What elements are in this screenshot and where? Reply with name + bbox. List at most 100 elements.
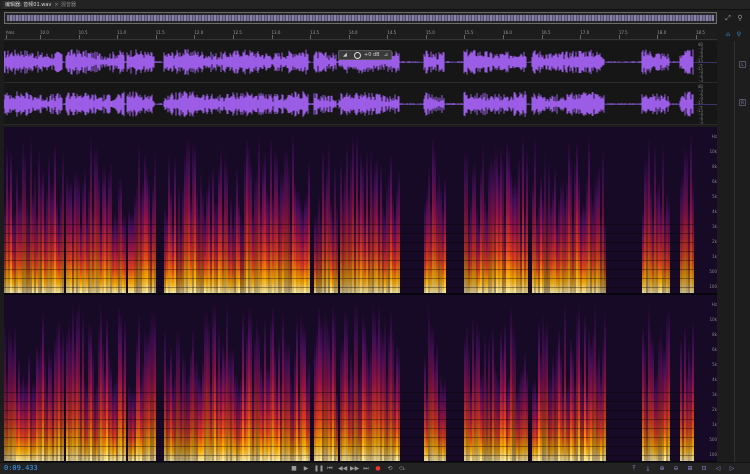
zoom-out-amplitude-icon[interactable]: ⤓ (644, 465, 652, 473)
zoom-in-right-icon[interactable]: ▷ (728, 465, 736, 473)
zoom-out-time-icon[interactable]: ⊖ (672, 465, 680, 473)
spectral-column (572, 216, 574, 293)
spectral-column (38, 350, 40, 461)
spectral-column (130, 388, 132, 461)
spectral-column (478, 220, 480, 293)
spectral-column (104, 368, 106, 461)
waveform-channel-right[interactable] (4, 83, 717, 125)
spectral-column (546, 321, 548, 461)
spectral-column (464, 335, 466, 461)
rewind-icon[interactable]: ◀◀ (338, 465, 347, 473)
channel-left-toggle[interactable]: L (739, 61, 746, 68)
spectral-column (392, 329, 394, 461)
zoom-in-amplitude-icon[interactable]: ⤒ (630, 465, 638, 473)
spectral-column (666, 312, 668, 461)
spectral-column (502, 158, 504, 293)
spectral-column (502, 347, 504, 461)
tab-mixer[interactable]: 混音器 (58, 1, 79, 9)
spectral-column (138, 313, 140, 461)
spectral-column (252, 385, 254, 461)
spectral-column (368, 211, 370, 293)
spectral-column (604, 219, 606, 293)
spectral-column (152, 309, 154, 461)
spectral-column (224, 352, 226, 461)
play-icon[interactable]: ▶ (302, 465, 310, 473)
spectral-column (524, 211, 526, 293)
spectral-column (532, 179, 534, 293)
time-ruler[interactable]: hms 10.0 10.5 11.0 11.5 12.0 12.5 13.0 13.5 14.0 1… (4, 30, 717, 40)
spectral-column (218, 328, 220, 461)
spectral-column (596, 175, 598, 293)
spectral-column (490, 386, 492, 461)
spectral-column (558, 327, 560, 461)
spectral-column (582, 379, 584, 461)
spectral-column (88, 320, 90, 461)
spectral-column (332, 216, 334, 293)
spectral-column (440, 183, 442, 293)
spectral-column (644, 338, 646, 461)
spectral-column (486, 374, 488, 461)
skip-selection-icon[interactable]: ⤼ (398, 465, 406, 473)
scale-label: 10k (709, 317, 717, 322)
pin-icon[interactable]: ⊿ (384, 51, 388, 59)
spectral-channel-left[interactable] (4, 127, 717, 293)
scale-label: 10k (709, 149, 717, 154)
spectral-column (576, 312, 578, 461)
spectral-column (472, 315, 474, 461)
spectral-column (290, 373, 292, 461)
waveform-channel-left[interactable] (4, 41, 717, 83)
home-icon[interactable]: ⌂ (724, 31, 732, 39)
spectral-column (256, 169, 258, 293)
spectral-column (552, 354, 554, 461)
spectral-frequency-display[interactable]: Hz 10k 8k 6k 5k 4k 3k 2k 1k 500 100 Hz 10k 8k 6k 5k 4k 3… (4, 127, 717, 462)
spectral-column (542, 311, 544, 461)
spectral-column (504, 321, 506, 461)
spectral-column (52, 182, 54, 293)
zoom-out-full-icon[interactable]: ⊞ (686, 465, 694, 473)
zoom-in-left-icon[interactable]: ◁ (714, 465, 722, 473)
spectral-column (296, 317, 298, 461)
scale-label: 6k (712, 179, 717, 184)
spectral-column (526, 370, 528, 461)
spectral-column (44, 351, 46, 461)
spectral-column (374, 311, 376, 461)
spectral-column (668, 308, 670, 461)
ruler-tick-label: 16.0 (503, 30, 512, 39)
record-icon[interactable]: ● (374, 465, 382, 473)
volume-hud[interactable]: ◢ +0 dB ⊿ (338, 50, 392, 60)
spectral-column (380, 162, 382, 293)
pause-icon[interactable]: ❚❚ (314, 465, 324, 473)
spectral-column (68, 180, 70, 293)
pin-icon[interactable]: ⚲ (736, 14, 744, 22)
volume-knob[interactable] (354, 52, 361, 59)
stop-icon[interactable]: ■ (290, 465, 298, 473)
pin-icon[interactable]: ⚲ (735, 31, 743, 39)
zoom-to-selection-icon[interactable]: ⤢ (724, 14, 732, 22)
go-to-end-icon[interactable]: ⏭ (362, 465, 370, 473)
spectral-column (70, 178, 72, 293)
spectral-column (214, 200, 216, 293)
spectral-column (74, 338, 76, 461)
tab-editor[interactable]: 编辑器: 音频01.wav × (2, 1, 62, 9)
scale-label: 5k (712, 194, 717, 199)
spectral-column (60, 337, 62, 461)
spectral-column (178, 182, 180, 293)
spectral-column (36, 343, 38, 461)
channel-right-toggle[interactable]: R (739, 99, 746, 106)
spectral-channel-right[interactable] (4, 295, 717, 461)
go-to-start-icon[interactable]: ⏮ (326, 465, 334, 473)
spectral-column (242, 309, 244, 461)
zoom-in-time-icon[interactable]: ⊕ (658, 465, 666, 473)
overview-navigator[interactable] (4, 12, 717, 24)
spectral-column (588, 326, 590, 461)
spectral-column (294, 351, 296, 461)
spectral-column (276, 153, 278, 293)
spectral-column (514, 332, 516, 461)
spectral-column (26, 381, 28, 461)
spectral-column (18, 356, 20, 461)
spectral-column (102, 166, 104, 293)
ruler-tick-label: 18.5 (695, 30, 705, 39)
zoom-to-selection-icon[interactable]: ⊡ (700, 465, 708, 473)
loop-icon[interactable]: ⟲ (386, 465, 394, 473)
fast-forward-icon[interactable]: ▶▶ (350, 465, 359, 473)
